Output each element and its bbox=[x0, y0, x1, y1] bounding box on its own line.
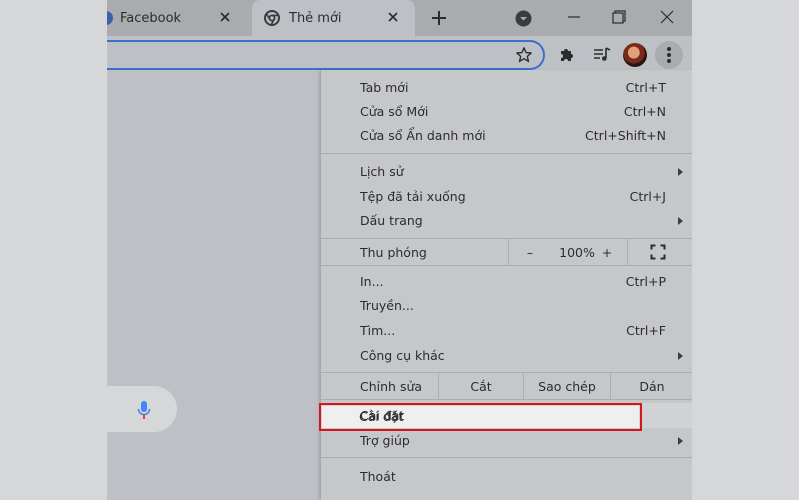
menu-shortcut: Ctrl+T bbox=[625, 80, 666, 95]
menu-label: Tab mới bbox=[360, 80, 409, 95]
menu-item-exit[interactable]: Thoát bbox=[321, 464, 692, 489]
menu-item-help[interactable]: Trợ giúp bbox=[321, 428, 692, 453]
menu-item-find[interactable]: Tìm... Ctrl+F bbox=[321, 318, 692, 343]
zoom-in-button[interactable]: + bbox=[587, 239, 627, 265]
tab-strip: Facebook Thẻ mới bbox=[107, 0, 692, 36]
chevron-right-icon bbox=[678, 216, 683, 225]
chrome-icon bbox=[264, 10, 280, 26]
menu-label: Công cụ khác bbox=[360, 348, 445, 363]
tab-facebook[interactable]: Facebook bbox=[107, 0, 247, 36]
menu-label: Lịch sử bbox=[360, 164, 404, 179]
menu-item-settings[interactable]: Cài đặt bbox=[321, 403, 692, 428]
menu-divider bbox=[321, 399, 692, 400]
puzzle-icon[interactable] bbox=[558, 46, 576, 64]
menu-item-print[interactable]: In... Ctrl+P bbox=[321, 269, 692, 294]
avatar[interactable] bbox=[623, 43, 647, 67]
zoom-out-button[interactable]: – bbox=[510, 239, 550, 265]
menu-item-history[interactable]: Lịch sử bbox=[321, 159, 692, 184]
maximize-icon[interactable] bbox=[610, 8, 628, 26]
menu-divider bbox=[627, 239, 628, 265]
chevron-right-icon bbox=[678, 167, 683, 176]
facebook-favicon-icon bbox=[107, 11, 113, 25]
menu-item-new-tab[interactable]: Tab mới Ctrl+T bbox=[321, 75, 692, 100]
chevron-right-icon bbox=[678, 351, 683, 360]
menu-shortcut: Ctrl+Shift+N bbox=[585, 128, 666, 143]
menu-item-downloads[interactable]: Tệp đã tải xuống Ctrl+J bbox=[321, 184, 692, 209]
address-bar[interactable] bbox=[107, 40, 545, 70]
close-icon[interactable] bbox=[217, 9, 233, 25]
menu-label: Dấu trang bbox=[360, 213, 423, 228]
menu-label: Cửa sổ Ẩn danh mới bbox=[360, 128, 486, 143]
backdrop-left bbox=[0, 0, 107, 500]
menu-divider bbox=[321, 457, 692, 458]
copy-button[interactable]: Sao chép bbox=[524, 373, 610, 399]
backdrop-right bbox=[692, 0, 799, 500]
menu-item-new-window[interactable]: Cửa sổ Mới Ctrl+N bbox=[321, 99, 692, 124]
menu-shortcut: Ctrl+F bbox=[626, 323, 666, 338]
close-icon[interactable] bbox=[385, 9, 401, 25]
menu-row-zoom: Thu phóng – 100% + bbox=[321, 239, 692, 265]
paste-button[interactable]: Dán bbox=[611, 373, 692, 399]
menu-item-more-tools[interactable]: Công cụ khác bbox=[321, 343, 692, 368]
kebab-icon[interactable] bbox=[655, 41, 683, 69]
menu-label: Cửa sổ Mới bbox=[360, 104, 429, 119]
menu-label: Tìm... bbox=[360, 323, 396, 338]
tab-search-icon[interactable] bbox=[515, 10, 532, 27]
menu-label: Trợ giúp bbox=[360, 433, 410, 448]
menu-item-bookmarks[interactable]: Dấu trang bbox=[321, 208, 692, 233]
minimize-icon[interactable] bbox=[565, 8, 583, 26]
menu-label: Thoát bbox=[360, 469, 396, 484]
menu-shortcut: Ctrl+N bbox=[623, 104, 666, 119]
mic-icon[interactable] bbox=[137, 400, 151, 420]
edit-label: Chỉnh sửa bbox=[360, 378, 423, 394]
menu-label: Tệp đã tải xuống bbox=[360, 189, 466, 204]
browser-window: Facebook Thẻ mới Tab mới Ctrl+T Cửa sổ M… bbox=[107, 0, 692, 500]
zoom-label: Thu phóng bbox=[360, 244, 427, 260]
menu-divider bbox=[508, 239, 509, 265]
menu-divider bbox=[321, 265, 692, 266]
fullscreen-icon[interactable] bbox=[650, 244, 666, 260]
plus-icon[interactable] bbox=[429, 8, 449, 28]
tab-title: Facebook bbox=[120, 10, 182, 26]
menu-shortcut: Ctrl+P bbox=[625, 274, 666, 289]
chevron-right-icon bbox=[678, 436, 683, 445]
tab-title: Thẻ mới bbox=[289, 10, 342, 26]
cut-button[interactable]: Cắt bbox=[439, 373, 523, 399]
tab-new-tab[interactable]: Thẻ mới bbox=[252, 0, 415, 36]
chrome-menu: Tab mới Ctrl+T Cửa sổ Mới Ctrl+N Cửa sổ … bbox=[320, 70, 692, 500]
toolbar bbox=[107, 36, 692, 72]
media-icon[interactable] bbox=[592, 46, 612, 64]
menu-row-edit: Chỉnh sửa Cắt Sao chép Dán bbox=[321, 373, 692, 399]
menu-shortcut: Ctrl+J bbox=[629, 189, 666, 204]
star-icon[interactable] bbox=[515, 46, 533, 64]
menu-label: In... bbox=[360, 274, 384, 289]
menu-label: Cài đặt bbox=[360, 408, 405, 423]
menu-label: Truyền... bbox=[360, 298, 414, 313]
menu-divider bbox=[321, 153, 692, 154]
menu-item-incognito[interactable]: Cửa sổ Ẩn danh mới Ctrl+Shift+N bbox=[321, 123, 692, 148]
menu-item-cast[interactable]: Truyền... bbox=[321, 293, 692, 318]
close-icon[interactable] bbox=[658, 8, 676, 26]
